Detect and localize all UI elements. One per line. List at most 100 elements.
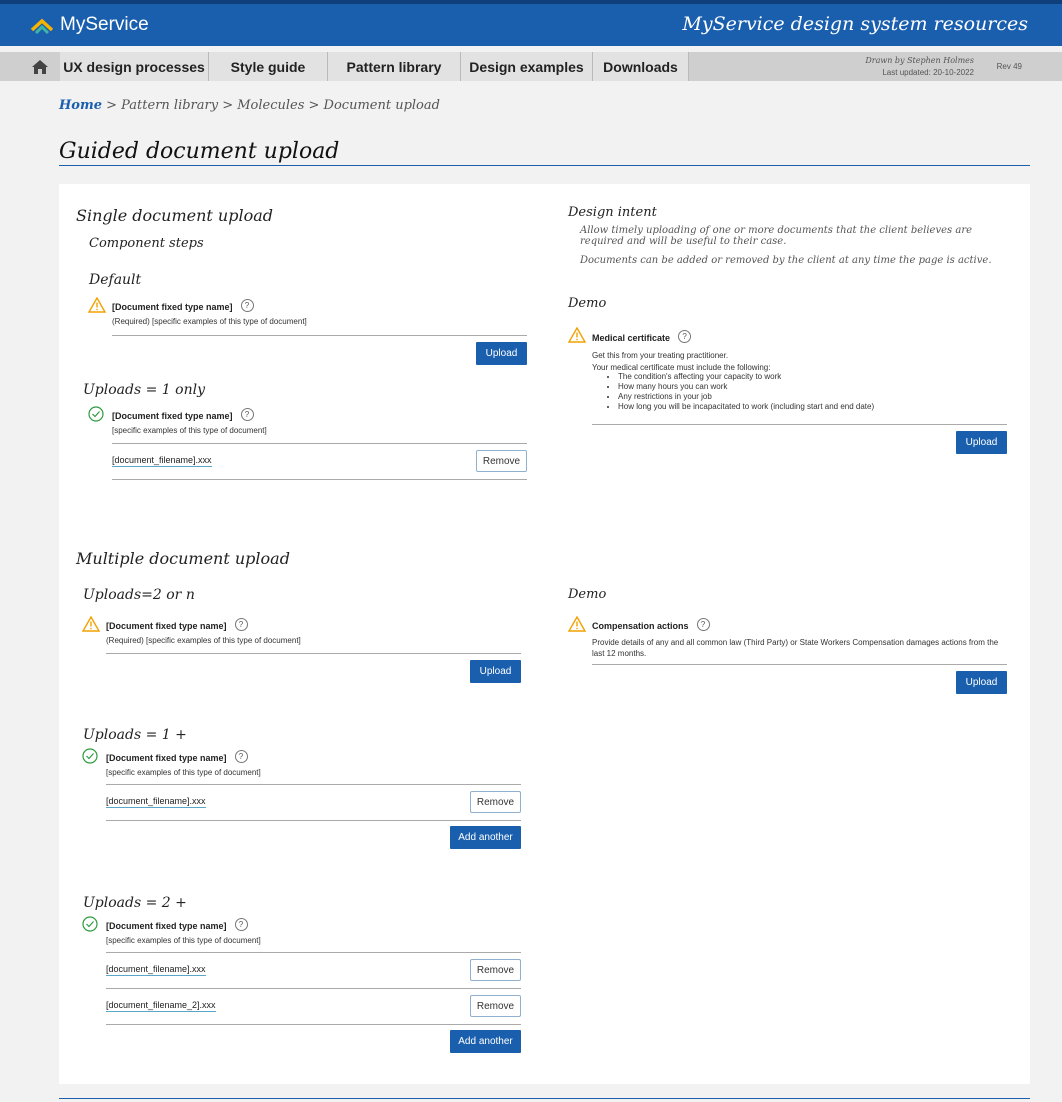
upload-button[interactable]: Upload xyxy=(470,660,521,683)
one-only-doc-block: [Document fixed type name]? [specific ex… xyxy=(112,406,267,435)
doc-type-name: [Document fixed type name] xyxy=(112,302,233,312)
compensation-block: Compensation actions? Provide details of… xyxy=(592,616,1007,659)
divider xyxy=(112,479,527,480)
doc-type-name: [Document fixed type name] xyxy=(106,753,227,763)
divider xyxy=(112,443,527,444)
divider xyxy=(106,952,521,953)
uploads-2-plus-heading: Uploads = 2 + xyxy=(83,895,187,911)
warning-icon xyxy=(568,616,586,632)
one-plus-doc-block: [Document fixed type name]? [specific ex… xyxy=(106,748,261,777)
divider xyxy=(592,424,1007,425)
multiple-upload-heading: Multiple document upload xyxy=(76,549,290,568)
uploads-2-or-n-heading: Uploads=2 or n xyxy=(83,587,195,603)
page-title: Guided document upload xyxy=(59,139,340,164)
doc-type-desc: (Required) [specific examples of this ty… xyxy=(106,636,301,645)
uploaded-filename[interactable]: [document_filename_2].xxx xyxy=(106,1000,216,1012)
divider xyxy=(106,1024,521,1025)
breadcrumb-home[interactable]: Home xyxy=(59,98,102,113)
doc-meta: Drawn by Stephen Holmes Last updated: 20… xyxy=(865,55,974,79)
two-plus-doc-block: [Document fixed type name]? [specific ex… xyxy=(106,916,261,945)
divider xyxy=(112,335,527,336)
top-header: MyService MyService design system resour… xyxy=(0,0,1062,46)
help-icon[interactable]: ? xyxy=(234,918,248,932)
warning-icon xyxy=(82,616,100,632)
logo-chevron-icon xyxy=(30,18,54,34)
requirements-list: The condition's affecting your capacity … xyxy=(592,372,1012,412)
tab-ux-design-processes[interactable]: UX design processes xyxy=(60,52,209,81)
upload-button[interactable]: Upload xyxy=(476,342,527,365)
doc-type-desc: [specific examples of this type of docum… xyxy=(106,768,261,777)
revision: Rev 49 xyxy=(996,62,1022,71)
last-updated: Last updated: 20-10-2022 xyxy=(882,68,974,77)
uploaded-filename[interactable]: [document_filename].xxx xyxy=(106,796,206,808)
doc-type-desc: [specific examples of this type of docum… xyxy=(112,426,267,435)
warning-icon xyxy=(568,327,586,343)
add-another-button[interactable]: Add another xyxy=(450,826,521,849)
home-icon xyxy=(32,59,48,74)
help-icon[interactable]: ? xyxy=(234,750,248,764)
divider xyxy=(106,820,521,821)
list-item: How many hours you can work xyxy=(618,382,1012,392)
drawn-by: Drawn by Stephen Holmes xyxy=(865,56,974,65)
single-upload-heading: Single document upload xyxy=(76,206,273,225)
brand-name: MyService xyxy=(60,14,149,35)
doc-type-name: Medical certificate xyxy=(592,333,671,343)
doc-type-name: [Document fixed type name] xyxy=(112,411,233,421)
design-intent-heading: Design intent xyxy=(568,205,657,220)
uploads-1-only-heading: Uploads = 1 only xyxy=(83,382,205,398)
uploads-1-plus-heading: Uploads = 1 + xyxy=(83,727,187,743)
help-icon[interactable]: ? xyxy=(696,618,710,632)
design-intent-p2: Documents can be added or removed by the… xyxy=(580,255,992,266)
remove-button[interactable]: Remove xyxy=(476,450,527,472)
warning-icon xyxy=(88,297,106,313)
doc-type-desc: Provide details of any and all common la… xyxy=(592,638,999,658)
title-divider xyxy=(59,165,1030,166)
divider xyxy=(592,664,1007,665)
divider xyxy=(106,653,521,654)
doc-type-desc: (Required) [specific examples of this ty… xyxy=(112,317,307,326)
list-item: The condition's affecting your capacity … xyxy=(618,372,1012,382)
doc-type-name: Compensation actions xyxy=(592,621,689,631)
upload-button[interactable]: Upload xyxy=(956,671,1007,694)
help-icon[interactable]: ? xyxy=(678,330,692,344)
tab-pattern-library[interactable]: Pattern library xyxy=(328,52,461,81)
tab-style-guide[interactable]: Style guide xyxy=(209,52,328,81)
uploaded-filename[interactable]: [document_filename].xxx xyxy=(106,964,206,976)
tab-design-examples[interactable]: Design examples xyxy=(461,52,593,81)
check-circle-icon xyxy=(82,748,98,764)
remove-button[interactable]: Remove xyxy=(470,791,521,813)
uploaded-filename[interactable]: [document_filename].xxx xyxy=(112,455,212,467)
remove-button[interactable]: Remove xyxy=(470,959,521,981)
list-item: Any restrictions in your job xyxy=(618,392,1012,402)
add-another-button[interactable]: Add another xyxy=(450,1030,521,1053)
nav-home[interactable] xyxy=(20,52,60,81)
doc-type-name: [Document fixed type name] xyxy=(106,621,227,631)
check-circle-icon xyxy=(88,406,104,422)
medical-cert-block: Medical certificate? Get this from your … xyxy=(592,328,1012,412)
breadcrumb: Home > Pattern library > Molecules > Doc… xyxy=(59,98,440,113)
demo-heading: Demo xyxy=(568,587,607,602)
tab-downloads[interactable]: Downloads xyxy=(593,52,689,81)
footer-divider xyxy=(59,1098,1030,1099)
two-or-n-doc-block: [Document fixed type name]? (Required) [… xyxy=(106,616,301,645)
help-icon[interactable]: ? xyxy=(240,408,254,422)
design-intent-p1: Allow timely uploading of one or more do… xyxy=(580,225,973,247)
logo[interactable]: MyService xyxy=(30,14,149,36)
component-steps-heading: Component steps xyxy=(89,236,204,251)
demo-line2: Your medical certificate must include th… xyxy=(592,363,771,372)
content-card: Single document upload Component steps D… xyxy=(59,184,1030,1084)
demo-heading: Demo xyxy=(568,296,607,311)
demo-line1: Get this from your treating practitioner… xyxy=(592,351,729,360)
doc-type-name: [Document fixed type name] xyxy=(106,921,227,931)
default-doc-block: [Document fixed type name]? (Required) [… xyxy=(112,297,307,326)
default-heading: Default xyxy=(89,272,142,288)
doc-type-desc: [specific examples of this type of docum… xyxy=(106,936,261,945)
list-item: How long you will be incapacitated to wo… xyxy=(618,402,1012,412)
help-icon[interactable]: ? xyxy=(240,299,254,313)
breadcrumb-trail: > Pattern library > Molecules > Document… xyxy=(101,98,440,113)
divider xyxy=(106,988,521,989)
help-icon[interactable]: ? xyxy=(234,618,248,632)
site-title: MyService design system resources xyxy=(682,13,1028,35)
remove-button[interactable]: Remove xyxy=(470,995,521,1017)
upload-button[interactable]: Upload xyxy=(956,431,1007,454)
